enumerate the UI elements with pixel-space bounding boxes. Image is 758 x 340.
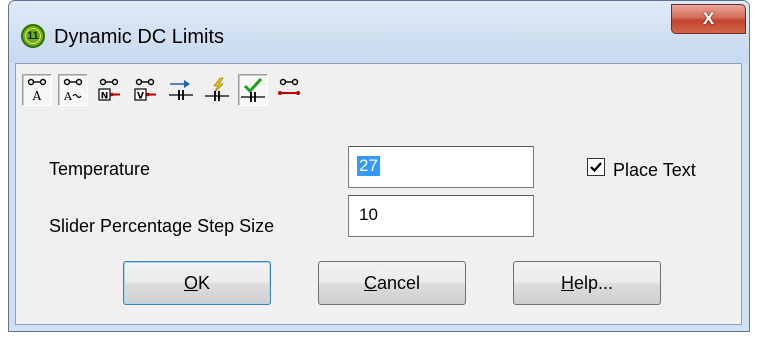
toolbar-button-current-arrow[interactable]: [166, 74, 196, 106]
close-icon: X: [702, 9, 715, 28]
close-button[interactable]: X: [671, 4, 746, 34]
toolbar-button-probe-text[interactable]: A: [22, 74, 52, 106]
step-size-label: Slider Percentage Step Size: [49, 216, 275, 236]
window-title: Dynamic DC Limits: [54, 26, 225, 48]
current-arrow-icon: [169, 80, 193, 100]
app-icon-text: 11: [27, 30, 39, 42]
ok-label: K: [198, 273, 211, 293]
probe-text-icon: A: [27, 78, 47, 103]
check-pass-icon: [241, 77, 265, 102]
cancel-label: ancel: [376, 273, 421, 293]
title-bar[interactable]: 11 Dynamic DC Limits X: [9, 1, 749, 63]
svg-text:N: N: [101, 92, 109, 102]
svg-text:A: A: [32, 89, 42, 103]
svg-text:V: V: [137, 92, 144, 102]
toolbar-button-check[interactable]: [238, 74, 268, 106]
toolbar-button-probe-wave[interactable]: A: [58, 74, 88, 106]
place-text-label[interactable]: Place Text: [613, 160, 696, 181]
help-button[interactable]: Help...: [513, 261, 661, 305]
dialog-window: 11 Dynamic DC Limits X A A N V Temperatu…: [8, 0, 750, 332]
temperature-value: 27: [357, 156, 380, 176]
toolbar: A A N V: [22, 70, 304, 110]
ok-mnemonic: O: [183, 273, 198, 293]
probe-red-icon: [278, 78, 300, 95]
dialog-body: A A N V Temperature 27 Place Text Slider…: [15, 63, 742, 325]
power-bolt-icon: [205, 77, 229, 101]
cancel-mnemonic: C: [363, 273, 377, 293]
help-label: elp...: [573, 273, 614, 293]
place-text-checkbox[interactable]: [587, 158, 605, 176]
temperature-input[interactable]: 27: [348, 146, 534, 188]
node-limits-icon: N: [98, 78, 120, 102]
svg-text:A: A: [63, 90, 73, 103]
checkmark-icon: [590, 162, 602, 173]
help-mnemonic: H: [560, 273, 574, 293]
toolbar-button-voltage-limits[interactable]: V: [130, 74, 160, 106]
ok-button[interactable]: OK: [123, 261, 271, 305]
toolbar-button-node-limits[interactable]: N: [94, 74, 124, 106]
probe-wave-icon: A: [63, 78, 83, 103]
toolbar-button-probe-red[interactable]: [274, 74, 304, 106]
step-size-value: 10: [359, 205, 378, 224]
temperature-label: Temperature: [49, 159, 151, 179]
toolbar-button-power[interactable]: [202, 74, 232, 106]
step-size-input[interactable]: 10: [348, 195, 534, 237]
cancel-button[interactable]: Cancel: [318, 261, 466, 305]
voltage-limits-icon: V: [134, 78, 156, 102]
app-icon: 11: [21, 24, 45, 48]
